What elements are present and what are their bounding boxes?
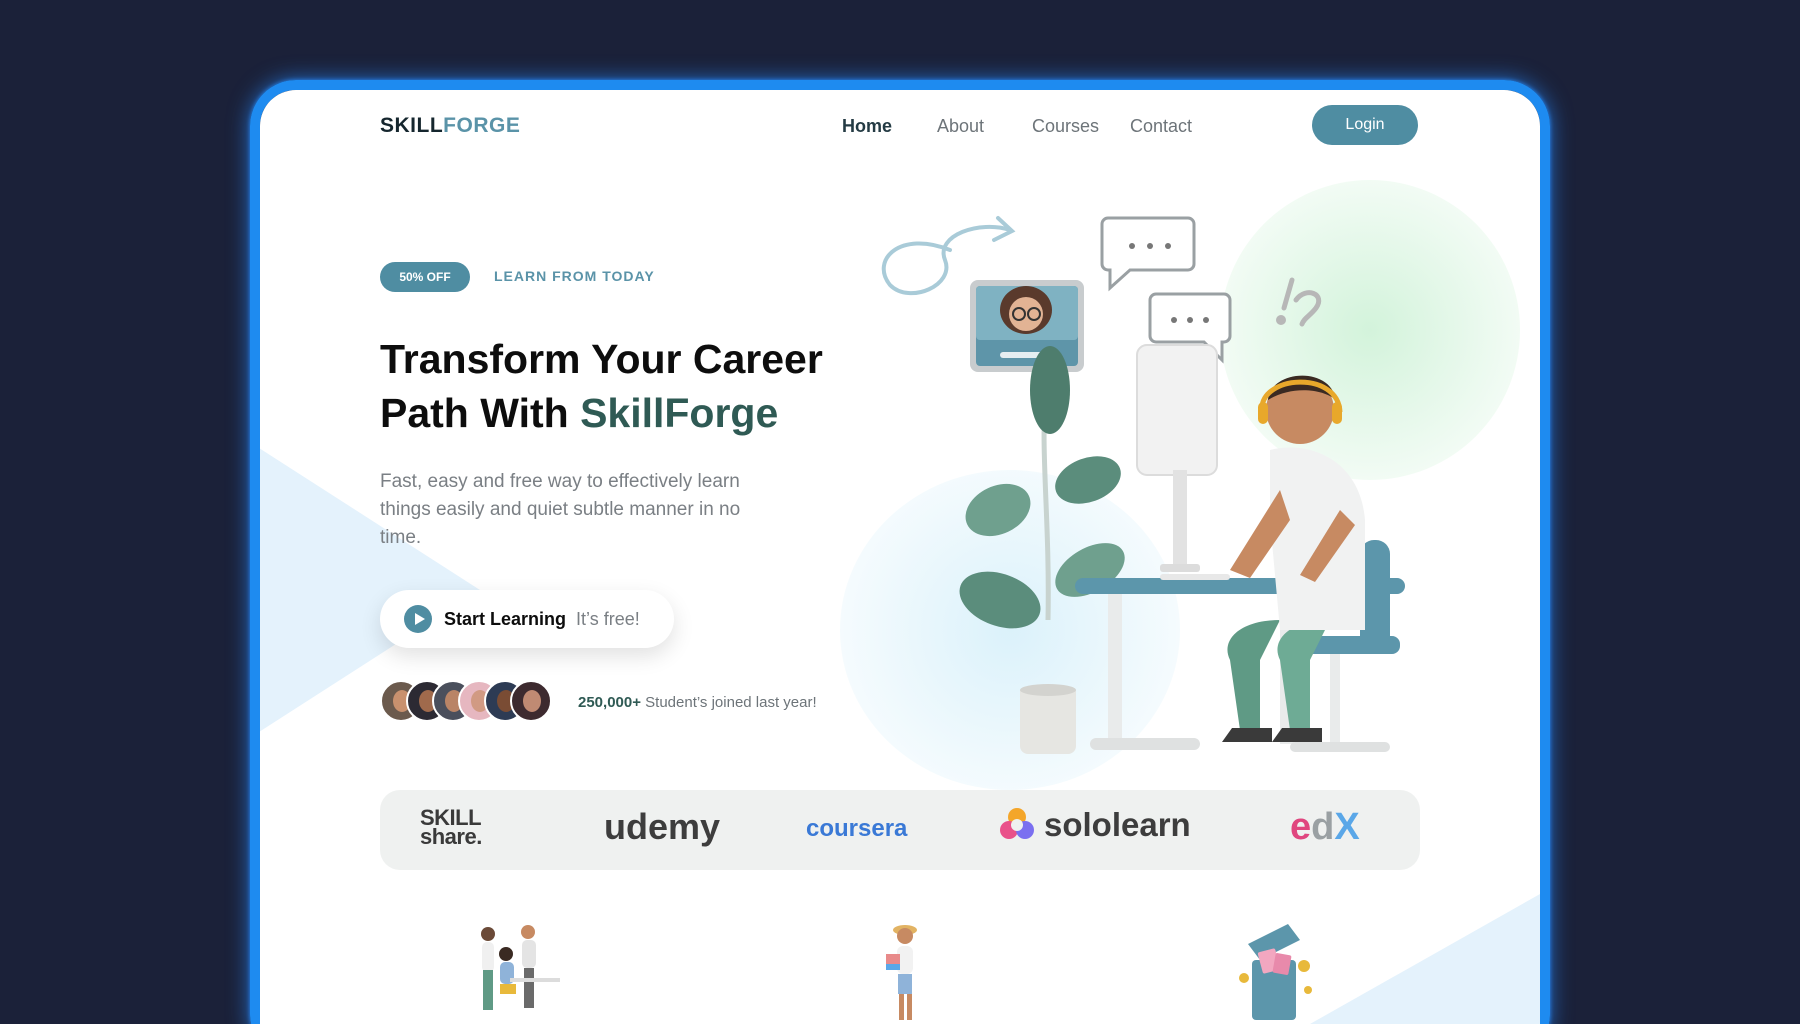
play-icon xyxy=(404,605,432,633)
gift-box-illustration xyxy=(1239,924,1312,1020)
avatar xyxy=(510,680,552,722)
hero-headline: Transform Your Career Path With SkillFor… xyxy=(380,332,880,440)
person-illustration xyxy=(1222,375,1365,742)
nav-about[interactable]: About xyxy=(937,116,984,137)
background-shape-right xyxy=(1310,894,1540,1024)
logo-part-forge: FORGE xyxy=(443,114,521,137)
hero-description: Fast, easy and free way to effectively l… xyxy=(380,471,741,548)
stat-text: Student’s joined last year! xyxy=(640,694,817,711)
headline-accent: SkillForge xyxy=(580,390,779,436)
hero-eyebrow: LEARN FROM TODAY xyxy=(494,268,655,284)
chat-bubble-icon xyxy=(1100,216,1196,292)
edx-letter-d: d xyxy=(1311,806,1335,848)
student-stat: 250,000+ Student’s joined last year! xyxy=(578,694,817,711)
stat-value: 250,000+ xyxy=(578,694,641,711)
sololearn-wordmark: sololearn xyxy=(1044,806,1191,843)
discount-badge: 50% OFF xyxy=(380,262,470,292)
cta-label: Start Learning xyxy=(444,608,567,629)
headline-line-1: Transform Your Career xyxy=(380,336,823,382)
nav-contact[interactable]: Contact xyxy=(1130,116,1192,137)
udemy-logo: udemy xyxy=(604,806,721,847)
logo-part-skill: SKILL xyxy=(380,114,444,137)
hero-illustration xyxy=(881,216,1405,754)
headline-line-2-prefix: Path With xyxy=(380,390,581,436)
edx-letter-x: X xyxy=(1334,806,1360,848)
edx-letter-e: e xyxy=(1290,806,1312,848)
student-avatars xyxy=(380,680,552,724)
nav-courses[interactable]: Courses xyxy=(1032,116,1099,137)
login-button[interactable]: Login xyxy=(1312,105,1418,145)
plant-illustration xyxy=(959,346,1125,754)
coursera-logo: coursera xyxy=(806,815,908,842)
partner-logos: SKILL share. udemy coursera sololearn ed… xyxy=(380,790,1420,870)
sololearn-icon xyxy=(1000,808,1034,839)
team-illustration xyxy=(481,925,560,1010)
landing-page: SKILLFORGE Home About Courses Contact Lo… xyxy=(260,90,1540,1024)
sololearn-logo: sololearn xyxy=(998,806,1191,844)
skillshare-line-2: share. xyxy=(420,824,482,849)
nav-home[interactable]: Home xyxy=(842,116,892,137)
cta-sublabel: It’s free! xyxy=(576,608,640,629)
question-marks xyxy=(1276,277,1321,327)
site-logo[interactable]: SKILLFORGE xyxy=(380,114,520,138)
monitor-illustration xyxy=(1136,344,1230,580)
student-illustration xyxy=(886,925,917,1020)
skillshare-logo: SKILL share. xyxy=(420,807,482,849)
edx-logo: edX xyxy=(1290,806,1360,849)
video-call-card xyxy=(970,280,1084,372)
start-learning-button[interactable]: Start Learning It’s free! xyxy=(380,590,674,648)
